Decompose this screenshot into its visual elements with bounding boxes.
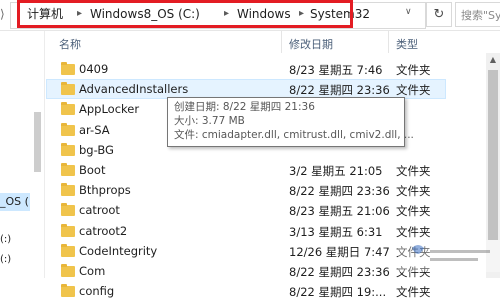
folder-icon [61,244,75,257]
file-name[interactable]: AppLocker [79,102,139,116]
address-highlight-box [17,0,353,28]
file-date: 8/23 星期五 21:06 [289,204,390,218]
folder-icon [61,224,75,237]
file-date: 3/2 星期五 21:05 [289,164,383,178]
file-name[interactable]: Bthprops [79,183,131,197]
file-type: 文件夹 [396,63,431,77]
back-arrow-icon[interactable]: ⟩ [0,6,10,22]
file-name[interactable]: ar-SA [79,123,110,137]
file-type: 文件夹 [396,285,431,299]
column-header-name[interactable]: 名称 [59,36,81,52]
folder-icon [61,163,75,176]
column-header-date[interactable]: 修改日期 [289,36,333,52]
tooltip-size: 大小: 3.77 MB [174,115,245,127]
file-name[interactable]: 0409 [79,62,108,76]
file-name[interactable]: catroot [79,203,120,217]
column-divider[interactable] [388,31,389,53]
folder-icon [61,264,75,277]
file-name[interactable]: CodeIntegrity [79,244,157,258]
tooltip-files: 文件: cmiadapter.dll, cmitrust.dll, cmiv2.… [174,129,414,141]
scrollbar-thumb[interactable] [488,70,498,240]
folder-icon [61,62,75,75]
nav-scrollbar-thumb[interactable] [34,112,41,172]
file-name[interactable]: Boot [79,163,105,177]
folder-icon [61,284,75,297]
search-placeholder: 搜索"Sy [461,9,500,22]
file-date: 8/22 星期四 23:36 [289,83,390,97]
refresh-icon[interactable]: ↻ [426,2,452,27]
nav-drive-d[interactable]: (:) [0,254,11,265]
file-type: 文件夹 [396,184,431,198]
file-name[interactable]: config [79,284,114,298]
column-header-type[interactable]: 类型 [396,36,418,52]
folder-icon [61,143,75,156]
column-header-bar [46,31,500,53]
tooltip-created: 创建日期: 8/22 星期四 21:36 [174,101,315,113]
folder-icon [61,102,75,115]
file-name[interactable]: bg-BG [79,143,114,157]
chevron-down-icon[interactable]: ∨ [405,7,412,17]
file-name[interactable]: Com [79,264,105,278]
folder-icon [61,82,75,95]
file-name[interactable]: AdvancedInstallers [79,82,188,96]
scroll-up-icon[interactable]: ▲ [486,53,500,67]
file-date: 8/22 星期四 23:36 [289,184,390,198]
column-divider[interactable] [281,31,282,53]
file-name[interactable]: catroot2 [79,224,127,238]
file-type: 文件夹 [396,204,431,218]
nav-drive-c[interactable]: (:) [0,234,11,245]
folder-icon [61,123,75,136]
nav-drive-label[interactable]: _OS ( [0,195,29,208]
file-date: 12/26 星期日 7:47 [289,245,390,259]
file-type: 文件夹 [396,83,431,97]
file-row[interactable] [46,160,446,180]
folder-icon [61,203,75,216]
file-date: 8/23 星期五 7:46 [289,63,383,77]
file-type: 文件夹 [396,164,431,178]
file-date: 8/22 星期四 19:... [289,285,387,299]
watermark-logo [398,240,500,272]
file-date: 3/13 星期五 6:31 [289,225,383,239]
folder-icon [61,183,75,196]
